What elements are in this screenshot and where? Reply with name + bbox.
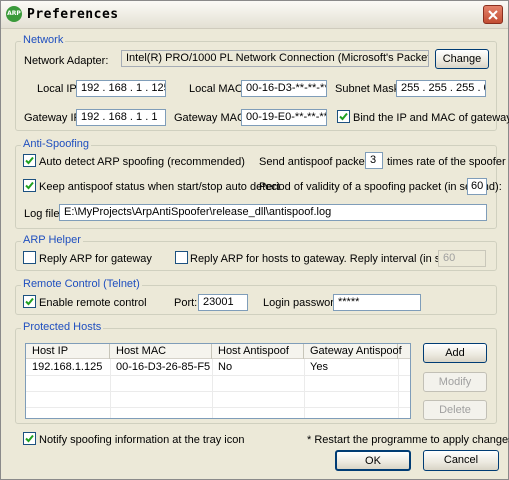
keep-antispoof-checkbox[interactable] (23, 179, 36, 192)
column-header-host-antispoof[interactable]: Host Antispoof (212, 344, 304, 359)
gateway-mac-label: Gateway MAC: (174, 112, 248, 124)
reply-hosts-checkbox[interactable] (175, 251, 188, 264)
bind-gateway-checkbox[interactable] (337, 110, 350, 123)
gateway-ip-label: Gateway IP: (24, 112, 84, 124)
password-label: Login password: (263, 297, 344, 309)
subnet-field[interactable]: 255 . 255 . 255 . 0 (396, 80, 486, 97)
notify-tray-label[interactable]: Notify spoofing information at the tray … (39, 433, 244, 447)
logfile-field[interactable]: E:\MyProjects\ArpAntiSpoofer\release_dll… (59, 204, 487, 221)
subnet-label: Subnet Mask: (335, 83, 403, 95)
protected-hosts-table[interactable]: Host IP Host MAC Host Antispoof Gateway … (25, 343, 411, 419)
cell-host-ip: 192.168.1.125 (32, 361, 103, 373)
close-x-icon (488, 10, 498, 20)
column-header-host-mac[interactable]: Host MAC (110, 344, 212, 359)
delete-host-button[interactable]: Delete (423, 400, 487, 420)
arp-helper-group-title: ARP Helper (21, 234, 83, 246)
notify-tray-checkbox[interactable] (23, 432, 36, 445)
cell-host-mac: 00-16-D3-26-85-F5 (116, 361, 211, 373)
preferences-dialog: ARP Preferences Network Network Adapter:… (0, 0, 509, 480)
protected-hosts-group-title: Protected Hosts (21, 321, 104, 333)
close-button[interactable] (483, 5, 503, 24)
checkmark-icon (25, 181, 34, 190)
ok-button[interactable]: OK (335, 450, 411, 471)
reply-gateway-label[interactable]: Reply ARP for gateway (39, 252, 152, 266)
enable-remote-checkbox[interactable] (23, 295, 36, 308)
bind-gateway-label[interactable]: Bind the IP and MAC of gateway (353, 111, 509, 125)
reply-gateway-checkbox[interactable] (23, 251, 36, 264)
local-mac-label: Local MAC: (189, 83, 246, 95)
cell-host-antispoof: No (218, 361, 233, 373)
cell-gateway-antispoof: Yes (310, 361, 328, 373)
logfile-label: Log file: (24, 208, 63, 220)
cancel-button[interactable]: Cancel (423, 450, 499, 471)
remote-control-group-title: Remote Control (Telnet) (21, 278, 142, 290)
title-bar[interactable]: ARP Preferences (1, 1, 508, 29)
change-adapter-button[interactable]: Change (435, 49, 489, 69)
enable-remote-label[interactable]: Enable remote control (39, 296, 147, 310)
grid-line (26, 407, 410, 408)
port-field[interactable]: 23001 (198, 294, 248, 311)
local-ip-field[interactable]: 192 . 168 . 1 . 125 (76, 80, 166, 97)
network-group-title: Network (21, 34, 66, 46)
table-header: Host IP Host MAC Host Antispoof Gateway … (26, 344, 410, 359)
checkmark-icon (25, 434, 34, 443)
adapter-field: Intel(R) PRO/1000 PL Network Connection … (121, 50, 429, 67)
add-host-button[interactable]: Add (423, 343, 487, 363)
checkmark-icon (25, 156, 34, 165)
window-title: Preferences (27, 7, 119, 22)
restart-note: * Restart the programme to apply changes… (307, 434, 509, 446)
adapter-label: Network Adapter: (24, 55, 109, 67)
port-label: Port: (174, 297, 198, 309)
checkmark-icon (25, 297, 34, 306)
send-rate-field[interactable]: 3 (365, 152, 383, 169)
column-header-gateway-antispoof[interactable]: Gateway Antispoof (304, 344, 402, 359)
local-mac-field[interactable]: 00-16-D3-**-**-** (241, 80, 327, 97)
reply-interval-field: 60 (438, 250, 486, 267)
table-row[interactable]: 192.168.1.125 00-16-D3-26-85-F5 No Yes (26, 360, 410, 376)
send-rate-suffix: times rate of the spoofer (387, 156, 506, 168)
local-ip-label: Local IP: (37, 83, 80, 95)
grid-line (26, 391, 410, 392)
keep-antispoof-label[interactable]: Keep antispoof status when start/stop au… (39, 180, 280, 194)
gateway-mac-field[interactable]: 00-19-E0-**-**-** (241, 109, 327, 126)
send-rate-label: Send antispoof packet at (259, 156, 381, 168)
column-header-host-ip[interactable]: Host IP (26, 344, 110, 359)
validity-field[interactable]: 60 (467, 178, 487, 195)
app-icon: ARP (6, 6, 22, 22)
auto-detect-label[interactable]: Auto detect ARP spoofing (recommended) (39, 155, 245, 169)
gateway-ip-field[interactable]: 192 . 168 . 1 . 1 (76, 109, 166, 126)
modify-host-button[interactable]: Modify (423, 372, 487, 392)
anti-spoofing-group-title: Anti-Spoofing (21, 138, 92, 150)
validity-label: Period of validity of a spoofing packet … (259, 181, 502, 193)
reply-hosts-label[interactable]: Reply ARP for hosts to gateway. Reply in… (190, 252, 477, 266)
checkmark-icon (339, 112, 348, 121)
auto-detect-checkbox[interactable] (23, 154, 36, 167)
password-field[interactable]: ***** (333, 294, 421, 311)
